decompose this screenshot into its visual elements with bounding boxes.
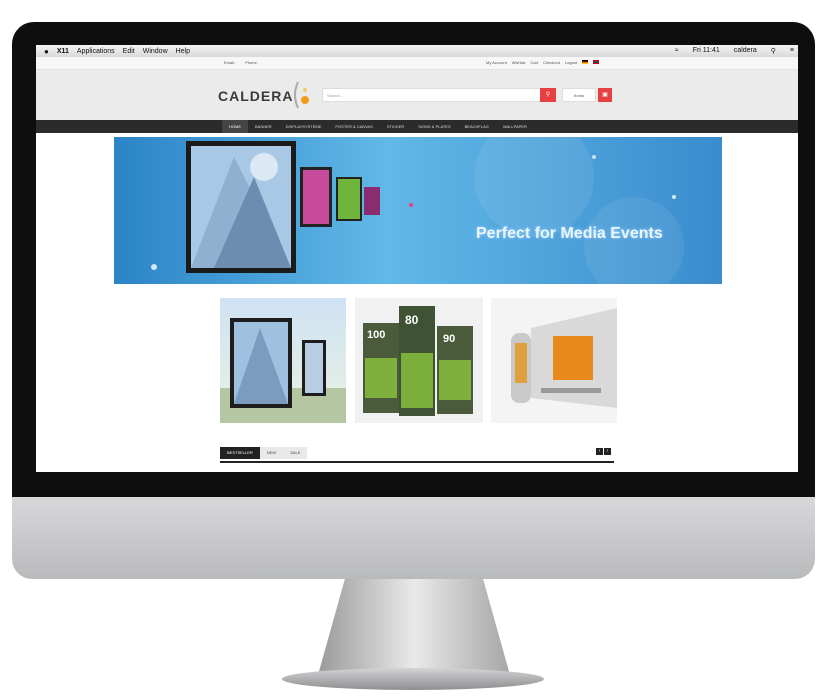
nav-displaysysteme[interactable]: DISPLAYSYSTEME	[279, 120, 329, 133]
site-logo[interactable]: CALDERA	[218, 88, 293, 104]
flag-uk-icon[interactable]	[593, 60, 600, 64]
main-nav: HOME BANNER DISPLAYSYSTEME POSTER & CANV…	[36, 120, 798, 133]
mac-menubar: ● X11 Applications Edit Window Help ≈ Fr…	[36, 45, 798, 57]
user-name[interactable]: caldera	[734, 47, 757, 55]
cart-button[interactable]: ▣	[598, 88, 612, 102]
hero-illustration	[151, 117, 684, 297]
chevron-right-icon[interactable]: ›	[604, 448, 611, 455]
link-logout[interactable]: Logout	[565, 60, 577, 65]
top-info-bar: Email: Phone: My Account Wishlist Cart C…	[36, 57, 798, 70]
display-thumb-image	[220, 318, 346, 423]
flag-de-icon[interactable]	[582, 60, 589, 64]
carousel-arrows: ‹ ›	[596, 448, 611, 455]
product-thumb-rollups[interactable]: 100 80 90	[355, 298, 483, 423]
menu-applications[interactable]: Applications	[77, 48, 115, 55]
tabs-divider	[220, 461, 614, 463]
phone-label: Phone:	[245, 60, 258, 65]
list-icon[interactable]: ≡	[790, 47, 794, 55]
tab-bestseller[interactable]: BESTSELLER	[220, 447, 260, 459]
monitor-stand-neck	[318, 579, 510, 675]
monitor-chin	[12, 497, 815, 579]
account-button[interactable]: Konto	[562, 88, 596, 102]
hero-headline: Perfect for Media Events	[476, 225, 663, 242]
search-icon: ⚲	[545, 92, 551, 98]
tab-new[interactable]: NEW	[259, 447, 284, 459]
email-label: Email:	[224, 60, 236, 65]
cart-icon: ▣	[602, 92, 608, 98]
chevron-left-icon[interactable]: ‹	[596, 448, 603, 455]
svg-text:100: 100	[367, 329, 385, 341]
citylight-thumb-image	[511, 308, 617, 408]
spotlight-icon[interactable]: ⚲	[771, 47, 776, 55]
product-thumb-displays[interactable]	[220, 298, 346, 423]
link-my-account[interactable]: My Account	[486, 60, 507, 65]
nav-signs-plates[interactable]: SIGNS & PLATES	[411, 120, 457, 133]
nav-sticker[interactable]: STICKER	[380, 120, 411, 133]
nav-wallpaper[interactable]: WALLPAPER	[496, 120, 534, 133]
screen: ● X11 Applications Edit Window Help ≈ Fr…	[36, 45, 798, 472]
search-button[interactable]: ⚲	[540, 88, 556, 102]
svg-text:80: 80	[405, 313, 419, 327]
menu-edit[interactable]: Edit	[123, 48, 135, 55]
link-cart[interactable]: Cart	[530, 60, 538, 65]
product-thumb-citylights[interactable]	[491, 298, 617, 423]
link-checkout[interactable]: Checkout	[543, 60, 560, 65]
logo-mark-icon	[294, 81, 309, 109]
menu-x11[interactable]: X11	[57, 48, 69, 55]
monitor-stand-foot	[282, 668, 544, 690]
tab-sale[interactable]: SALE	[283, 447, 308, 459]
site-header: CALDERA Search... ⚲ Konto ▣	[36, 70, 798, 124]
apple-icon[interactable]: ●	[44, 47, 49, 56]
rollup-thumb-image: 100 80 90	[363, 306, 473, 416]
menu-help[interactable]: Help	[176, 48, 190, 55]
nav-poster-canvas[interactable]: POSTER & CANVAS	[328, 120, 380, 133]
hero-banner[interactable]: Perfect for Media Events	[114, 117, 722, 297]
nav-beachflag[interactable]: BEACHFLAG	[458, 120, 496, 133]
svg-text:90: 90	[443, 333, 455, 345]
clock[interactable]: Fri 11:41	[693, 47, 720, 55]
nav-home[interactable]: HOME	[222, 120, 248, 133]
product-tabs: BESTSELLER NEW SALE	[220, 447, 308, 459]
link-wishlist[interactable]: Wishlist	[512, 60, 526, 65]
wifi-icon[interactable]: ≈	[675, 47, 679, 55]
search-input[interactable]: Search...	[322, 88, 556, 102]
nav-banner[interactable]: BANNER	[248, 120, 279, 133]
menu-window[interactable]: Window	[143, 48, 168, 55]
